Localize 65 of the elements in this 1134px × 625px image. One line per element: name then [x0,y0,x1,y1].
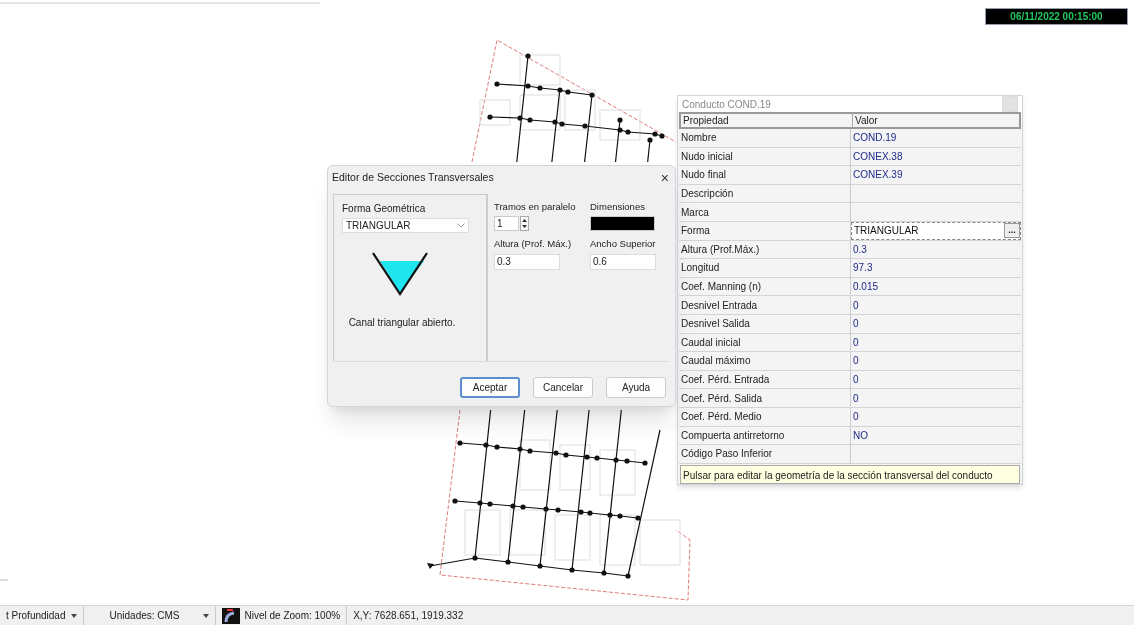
input-field[interactable]: 0.3 [494,253,560,270]
property-name: Marca [679,203,851,221]
property-name: Altura (Prof.Máx.) [679,240,851,259]
field-label: Forma Geométrica [342,202,427,216]
property-name: Caudal máximo [679,352,851,370]
status-text: X,Y: 7628.651, 1919.332 [353,609,464,623]
property-value[interactable]: TRIANGULAR [852,223,1004,239]
close-button[interactable]: × [660,171,669,185]
property-name: Nudo inicial [679,147,851,166]
property-name: Código Paso Inferior [679,445,851,463]
column-header: Propiedad [681,114,853,127]
property-value: 0 [852,317,860,332]
triangle-section-drawing [371,251,429,297]
ellipsis-button[interactable]: ... [1004,223,1020,239]
field-label: Altura (Prof. Máx.) [494,237,572,252]
dropdown-value: TRIANGULAR [346,219,411,233]
dialog-title: Editor de Secciones Transversales [332,170,494,186]
column-header: Valor [854,114,879,127]
chevron-icon [457,223,465,228]
property-value: 0 [852,391,860,406]
dialog-button[interactable]: Cancelar [533,377,593,398]
property-name: Coef. Pérd. Medio [679,407,851,426]
property-value: NO [852,428,869,443]
property-name: Coef. Pérd. Salida [679,389,851,407]
property-value: 97.3 [852,261,874,276]
date-time-display: 06/11/2022 00:15:00 [985,8,1128,25]
property-name: Coef. Pérd. Entrada [679,370,851,389]
property-value: 0 [852,298,860,313]
property-name: Longitud [679,259,851,277]
property-name: Desnivel Salida [679,314,851,333]
spinner-icon[interactable] [520,216,529,232]
property-name: Desnivel Entrada [679,296,851,314]
property-value: 0 [852,410,860,425]
color-swatch[interactable] [590,216,655,232]
property-value: 0.3 [852,242,868,257]
property-name: Nombre [679,129,851,147]
field-label: Ancho Superior [590,237,656,252]
property-name: Nudo final [679,166,851,184]
field-label: Tramos en paralelo [494,200,576,214]
property-value: 0.015 [852,280,880,295]
property-name: Coef. Manning (n) [679,277,851,296]
property-name: Compuerta antirretorno [679,426,851,445]
property-value: 0 [852,335,860,350]
hint-text: Pulsar para editar la geometría de la sección transversal del conducto [680,465,1020,484]
dialog-button[interactable]: Aceptar [460,377,520,398]
status-text[interactable]: t Profundidad [6,608,66,623]
property-value: CONEX.38 [852,149,904,164]
zoom-icon[interactable] [221,607,240,624]
shape-description: Canal triangular abierto. [348,316,456,330]
property-name: Descripción [679,184,851,203]
status-text: Nivel de Zoom: 100% [244,609,341,623]
input-field[interactable]: 0.6 [590,253,656,270]
property-value: CONEX.39 [852,168,904,183]
number-field[interactable]: 1 [494,216,519,232]
window-title: Conducto COND.19 [682,97,771,112]
caret-icon[interactable] [202,613,209,618]
property-name: Caudal inicial [679,333,851,352]
property-value: 0 [852,354,860,369]
status-text[interactable]: Unidades: CMS [89,608,198,623]
field-label: Dimensiones [590,200,645,214]
property-value: COND.19 [852,131,898,146]
property-value: 0 [852,373,860,387]
caret-icon[interactable] [70,613,77,618]
shape-dropdown[interactable]: TRIANGULAR [342,218,469,233]
dialog-button[interactable]: Ayuda [606,377,666,398]
